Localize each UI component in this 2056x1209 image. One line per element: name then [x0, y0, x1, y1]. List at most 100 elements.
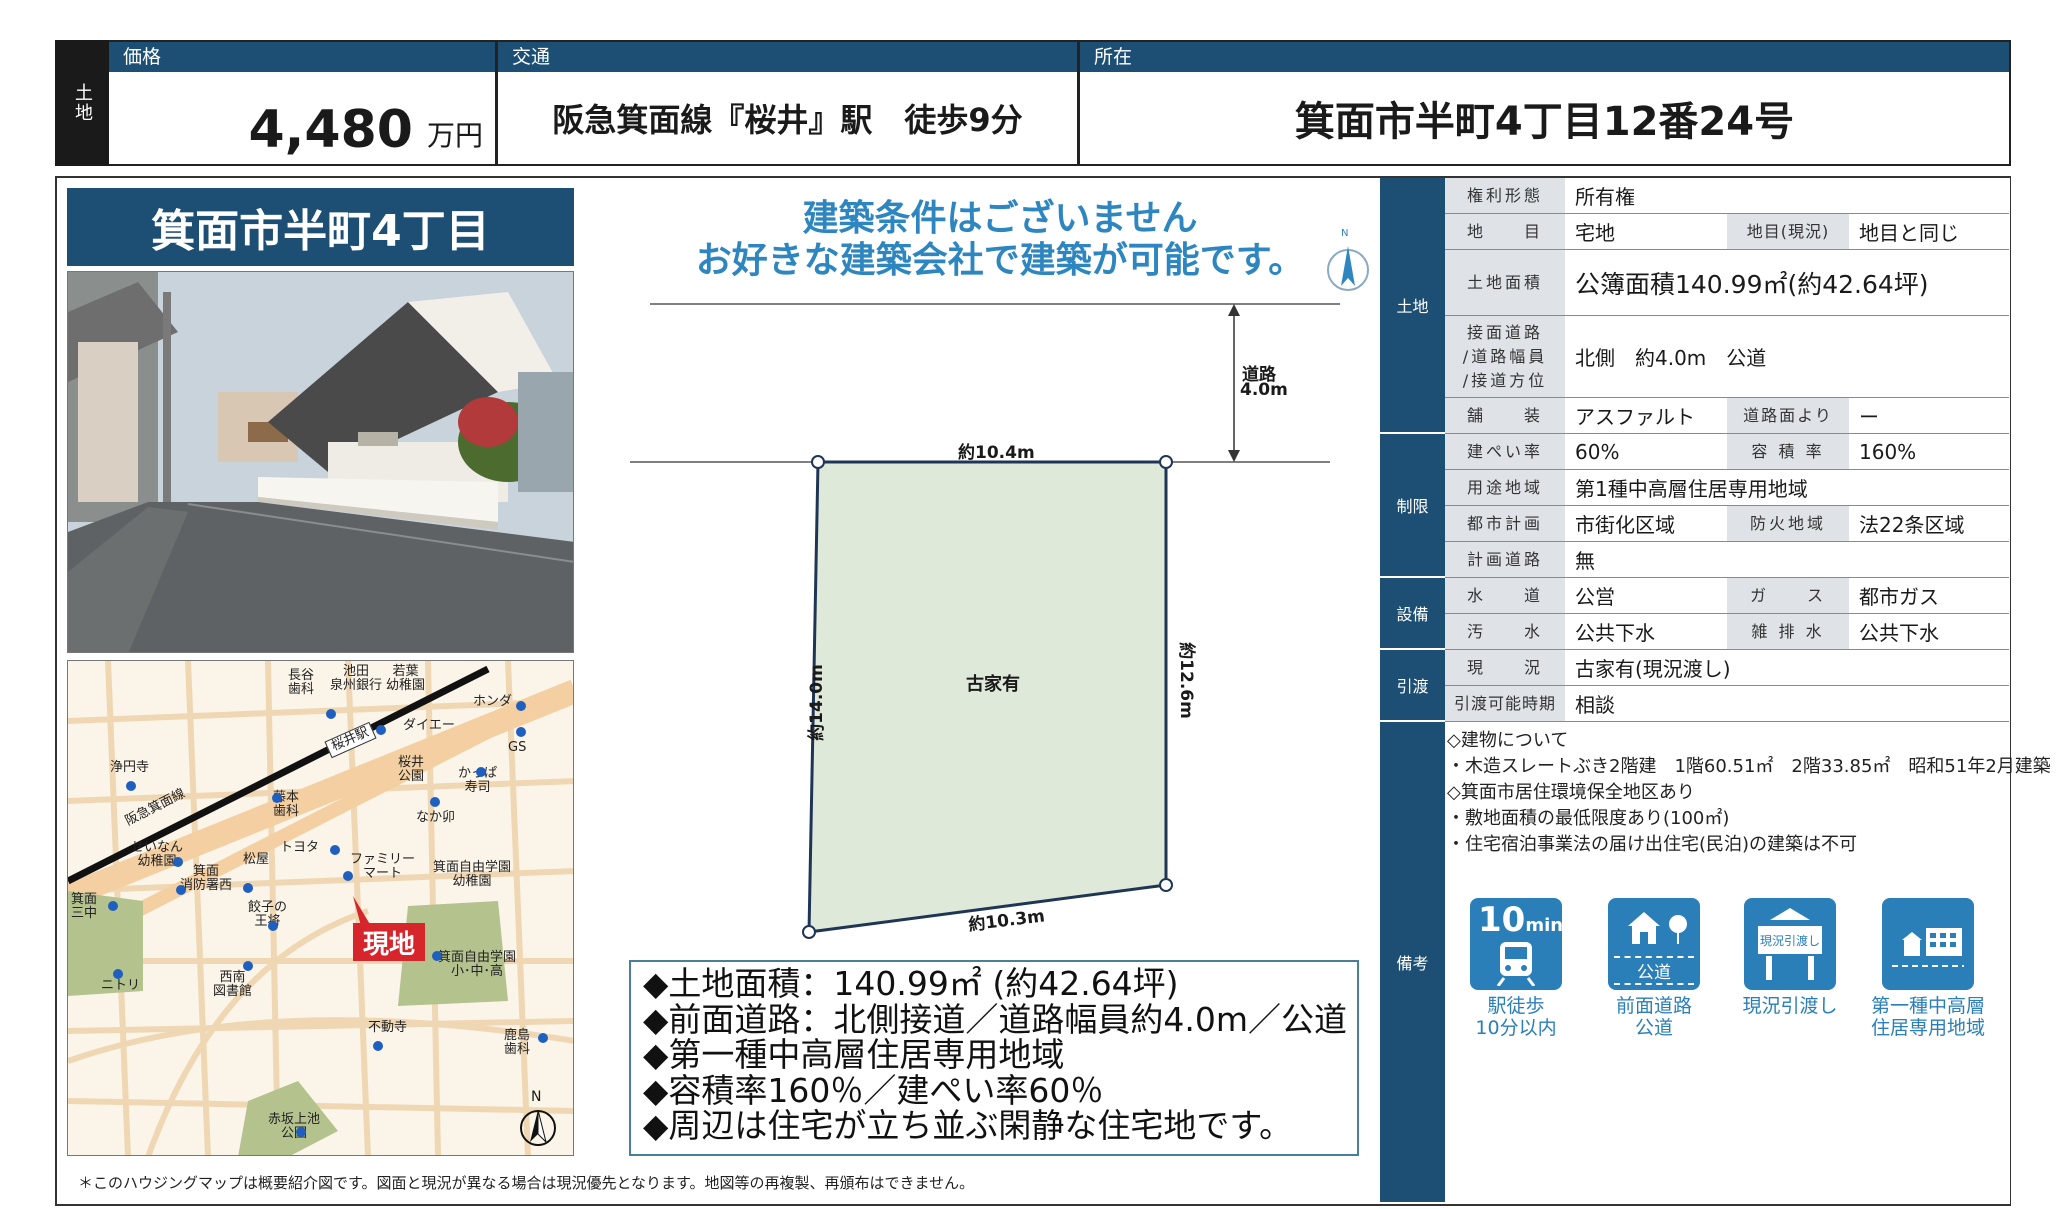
spec-value: 第1種中高層住居専用地域 — [1575, 477, 1808, 501]
address-label: 所在 — [1080, 42, 2009, 72]
public-road-badge: 公道 — [1608, 898, 1700, 990]
compass-icon — [1327, 246, 1369, 291]
spec-row: 都市計画 市街化区域 防火地域 法22条区域 — [1445, 506, 2009, 542]
map-place: 赤坂上池 公園 — [268, 1112, 321, 1141]
map-place: ニトリ — [101, 978, 141, 993]
map-marker — [432, 951, 442, 961]
map-marker — [330, 845, 340, 855]
spec-key: 地 目 — [1445, 214, 1565, 249]
spec-key: 都市計画 — [1445, 506, 1565, 541]
map-place: ダイエー — [403, 718, 455, 733]
spec-key: 建ぺい率 — [1445, 434, 1565, 469]
area-map: 桜井駅 阪急箕面線 長谷 歯科 池田 泉州銀行 若葉 幼稚園 ホンダ ダイエー … — [67, 660, 574, 1156]
map-place: 箕面 三中 — [71, 892, 98, 921]
spec-value: 相談 — [1575, 693, 1615, 717]
price-label: 価格 — [109, 42, 495, 72]
map-marker — [108, 901, 118, 911]
spec-value: 古家有(現況渡し) — [1575, 657, 1731, 681]
map-marker — [272, 793, 282, 803]
spec-key: 水 道 — [1445, 578, 1565, 613]
spec-value: 法22条区域 — [1859, 513, 1965, 537]
walk-time-number: 10min — [1478, 900, 1563, 946]
as-is-inner: 現況引渡し — [1759, 934, 1820, 948]
public-road-inner: 公道 — [1614, 956, 1694, 985]
spec-value: 地目と同じ — [1859, 221, 1959, 245]
spec-key: 接面道路 /道路幅員 /接道方位 — [1445, 316, 1565, 397]
as-is-badge: 現況引渡し — [1744, 898, 1836, 990]
caption-line: 10分以内 — [1475, 1017, 1557, 1039]
remark-line: ◇建物について — [1447, 730, 1569, 751]
remarks-notes: ◇建物について ・木造スレートぶき2階建 1階60.51㎡ 2階33.85㎡ 昭… — [1447, 728, 2051, 858]
map-marker — [176, 885, 186, 895]
spec-key: ガ ス — [1727, 578, 1849, 613]
spec-row: 地 目 宅地 地目(現況) 地目と同じ — [1445, 214, 2009, 250]
spec-value: 公簿面積140.99㎡(約42.64坪) — [1575, 269, 1929, 299]
map-marker — [373, 1041, 383, 1051]
spec-key: 舗 装 — [1445, 398, 1565, 433]
spec-key: 権利形態 — [1445, 178, 1565, 213]
map-place: 松屋 — [243, 852, 270, 867]
map-place: 長谷 歯科 — [288, 668, 315, 697]
spec-key-line: 接面道路 — [1466, 322, 1543, 342]
plot-center-label: 古家有 — [966, 674, 1020, 695]
highlight-item: ◆前面道路：北側接道／道路幅員約4.0m／公道 — [643, 999, 1348, 1039]
spec-row: 汚 水 公共下水 雑 排 水 公共下水 — [1445, 614, 2009, 650]
property-kind-tag: 土地 — [55, 40, 109, 166]
highlight-item: ◆周辺は住宅が立ち並ぶ閑静な住宅地です。 — [643, 1106, 1293, 1145]
map-place: 池田 泉州銀行 — [330, 664, 383, 693]
map-marker — [268, 921, 278, 931]
map-marker — [243, 883, 253, 893]
spec-row: 水 道 公営 ガ ス 都市ガス — [1445, 578, 2009, 614]
spec-value: アスファルト — [1575, 405, 1695, 429]
section-facilities: 設備 — [1380, 578, 1445, 650]
spec-key: 容 積 率 — [1727, 434, 1849, 469]
map-place: 若葉 幼稚園 — [386, 664, 426, 693]
section-handover: 引渡 — [1380, 650, 1445, 722]
map-marker — [376, 725, 386, 735]
caption-line: 住居専用地域 — [1870, 1017, 1985, 1039]
map-place: 桜井 公園 — [398, 755, 425, 784]
spec-key: 道路面より — [1727, 398, 1849, 433]
transit-value: 阪急箕面線『桜井』駅 徒歩9分 — [552, 101, 1023, 139]
spec-key: 用途地域 — [1445, 470, 1565, 505]
map-place: トヨタ — [280, 840, 320, 855]
banner-line-1: 建築条件はございません — [802, 198, 1198, 239]
map-marker — [113, 969, 123, 979]
map-marker — [343, 871, 353, 881]
north-arrow-icon — [520, 1109, 556, 1146]
highlight-item: ◆第一種中高層住居専用地域 — [643, 1035, 1065, 1074]
map-place: 箕面自由学園 小･中･高 — [438, 950, 517, 979]
map-marker — [516, 727, 526, 737]
spec-row: 接面道路 /道路幅員 /接道方位 北側 約4.0m 公道 — [1445, 316, 2009, 398]
highlights-box: ◆土地面積：140.99㎡ (約42.64坪) ◆前面道路：北側接道／道路幅員約… — [629, 960, 1359, 1156]
address-cell: 所在 箕面市半町4丁目12番24号 — [1079, 40, 2011, 166]
price-unit: 万円 — [426, 119, 483, 152]
map-place: 箕面自由学園 幼稚園 — [433, 860, 512, 889]
map-place: GS — [508, 740, 527, 755]
spec-value: 宅地 — [1575, 221, 1615, 245]
map-place: 浄円寺 — [110, 760, 150, 775]
as-is-caption: 現況引渡し — [1710, 995, 1870, 1017]
apartment-icon — [1892, 928, 1964, 967]
map-place: 西南 図書館 — [213, 970, 253, 999]
zoning-caption: 第一種中高層 住居専用地域 — [1848, 995, 2008, 1039]
spec-row: 権利形態 所有権 — [1445, 178, 2009, 214]
map-place: ホンダ — [473, 694, 513, 709]
spec-key: 防火地域 — [1727, 506, 1849, 541]
remark-line: ・木造スレートぶき2階建 1階60.51㎡ 2階33.85㎡ 昭和51年2月建築 — [1447, 756, 2051, 777]
spec-key: 地目(現況) — [1727, 214, 1849, 249]
spec-value: 都市ガス — [1859, 585, 1939, 609]
map-place: ファミリー マート — [350, 852, 416, 881]
remark-line: ・敷地面積の最低限度あり(100㎡) — [1447, 808, 1730, 829]
walk-time-unit: min — [1525, 915, 1564, 936]
spec-value: 公共下水 — [1575, 621, 1655, 645]
spec-value: 60% — [1575, 439, 1620, 464]
map-place: 不動寺 — [368, 1020, 408, 1035]
zoning-badge — [1882, 898, 1974, 990]
map-place: 箕面 消防署西 — [180, 864, 233, 893]
spec-value: 市街化区域 — [1575, 513, 1675, 537]
spec-row: 引渡可能時期 相談 — [1445, 686, 2009, 722]
map-place: なか卯 — [416, 810, 456, 825]
section-land: 土地 — [1380, 178, 1445, 434]
spec-value: ー — [1859, 405, 1879, 429]
